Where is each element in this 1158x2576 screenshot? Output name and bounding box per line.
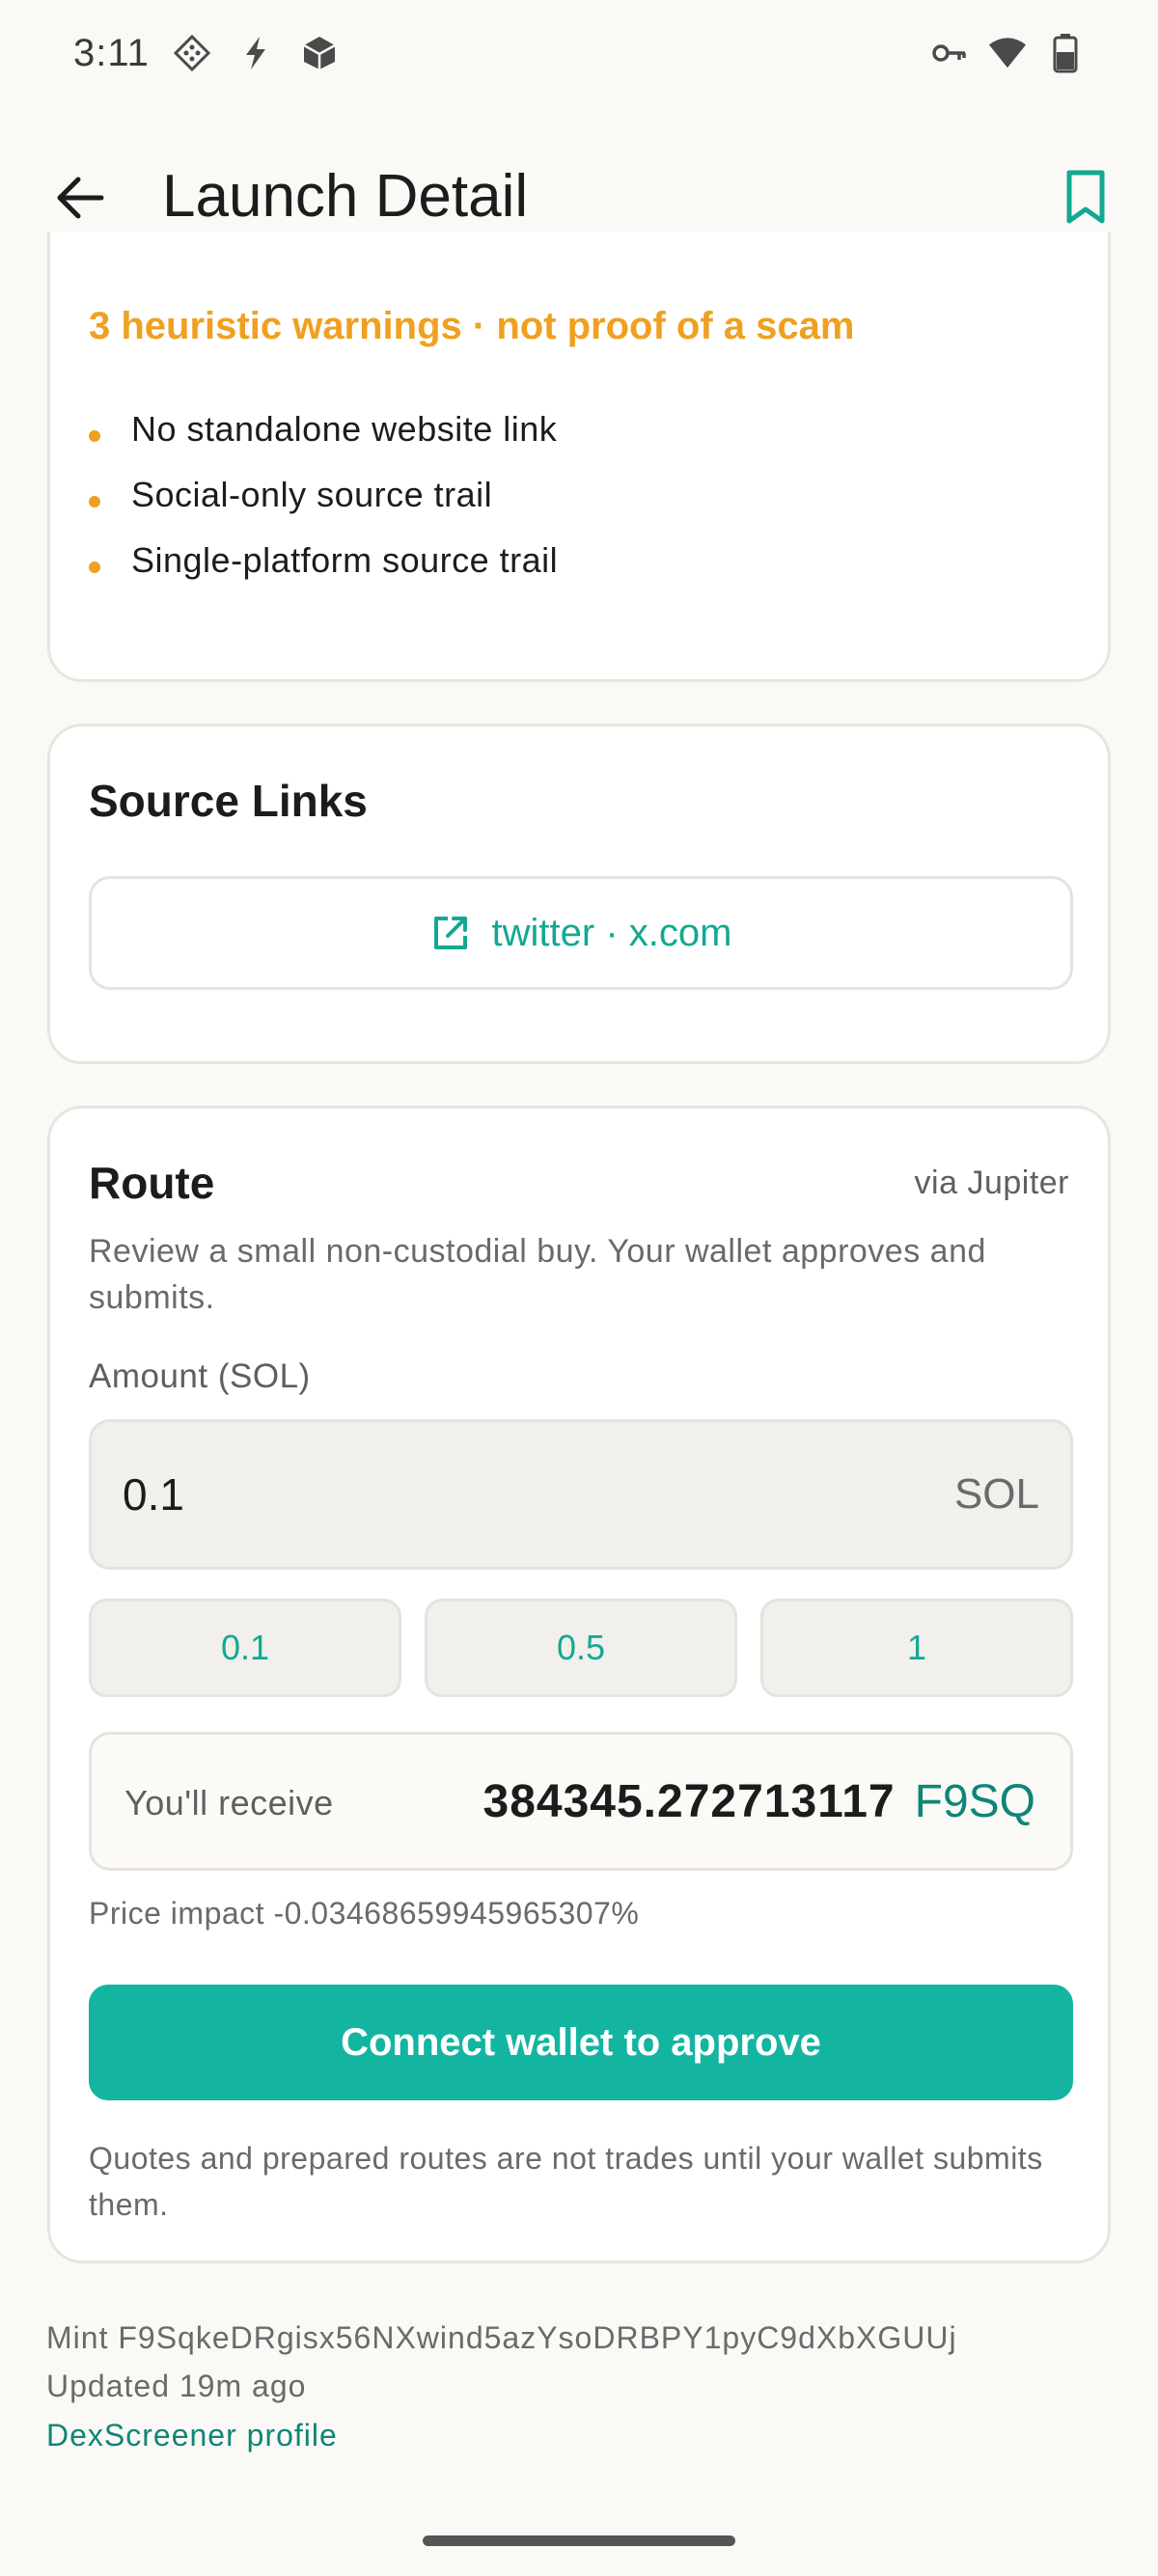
amount-input[interactable]: 0.1 SOL (89, 1419, 1073, 1570)
token-footer: Mint F9SqkeDRgisx56NXwind5azYsoDRBPY1pyC… (46, 2314, 957, 2460)
quick-amount-row: 0.1 0.5 1 (89, 1599, 1073, 1697)
warnings-title: 3 heuristic warnings · not proof of a sc… (89, 305, 855, 347)
open-external-icon (433, 917, 467, 949)
receive-token: F9SQ (914, 1776, 1035, 1827)
status-bar: 3:11 (0, 0, 1158, 106)
dexscreener-profile-link[interactable]: DexScreener profile (46, 2410, 957, 2460)
bullet-dot-icon (89, 430, 100, 442)
vpn-key-icon (930, 34, 969, 72)
warning-text: No standalone website link (131, 409, 558, 449)
quick-amount-button[interactable]: 1 (760, 1599, 1073, 1697)
route-note: Quotes and prepared routes are not trade… (89, 2141, 1043, 2222)
price-impact: Price impact -0.03468659945965307% (89, 1896, 640, 1931)
route-provider: via Jupiter (914, 1165, 1069, 1201)
bullet-dot-icon (89, 562, 100, 573)
amount-unit: SOL (953, 1470, 1039, 1518)
warnings-list: No standalone website link Social-only s… (89, 386, 558, 604)
receive-summary: You'll receive 384345.272713117 F9SQ (89, 1732, 1073, 1871)
warning-text: Single-platform source trail (131, 540, 559, 580)
updated-time: Updated 19m ago (46, 2369, 307, 2403)
connect-wallet-button[interactable]: Connect wallet to approve (89, 1985, 1073, 2100)
amount-value: 0.1 (123, 1469, 184, 1520)
diamond-grid-icon (173, 34, 211, 72)
receive-label: You'll receive (124, 1783, 334, 1822)
quick-amount-button[interactable]: 0.5 (425, 1599, 737, 1697)
status-time: 3:11 (73, 31, 150, 74)
back-button[interactable] (48, 166, 112, 230)
warning-text: Social-only source trail (131, 475, 493, 514)
bookmark-icon (1066, 170, 1105, 224)
amount-label: Amount (SOL) (89, 1357, 311, 1395)
warnings-card: 3 heuristic warnings · not proof of a sc… (47, 232, 1111, 682)
quick-amount-button[interactable]: 0.1 (89, 1599, 401, 1697)
source-link-label: twitter · x.com (491, 911, 732, 954)
route-description: Review a small non-custodial buy. Your w… (89, 1233, 986, 1316)
route-heading: Route (89, 1158, 215, 1208)
mint-address: Mint F9SqkeDRgisx56NXwind5azYsoDRBPY1pyC… (46, 2320, 957, 2355)
page-title: Launch Detail (162, 163, 529, 230)
flash-icon (236, 34, 275, 72)
source-links-heading: Source Links (89, 776, 368, 826)
battery-icon (1046, 34, 1085, 73)
bookmark-button[interactable] (1054, 166, 1117, 230)
warning-item: Single-platform source trail (89, 517, 558, 604)
arrow-left-icon (57, 177, 104, 219)
home-indicator[interactable] (423, 2535, 735, 2546)
source-link-button[interactable]: twitter · x.com (89, 876, 1073, 990)
receive-amount: 384345.272713117 (482, 1776, 896, 1827)
receive-value: 384345.272713117 F9SQ (483, 1775, 1036, 1828)
source-links-card: Source Links twitter · x.com (47, 724, 1111, 1064)
bullet-dot-icon (89, 496, 100, 507)
wifi-icon (988, 34, 1027, 72)
cube-icon (300, 34, 339, 72)
route-card: Route via Jupiter Review a small non-cus… (47, 1106, 1111, 2263)
